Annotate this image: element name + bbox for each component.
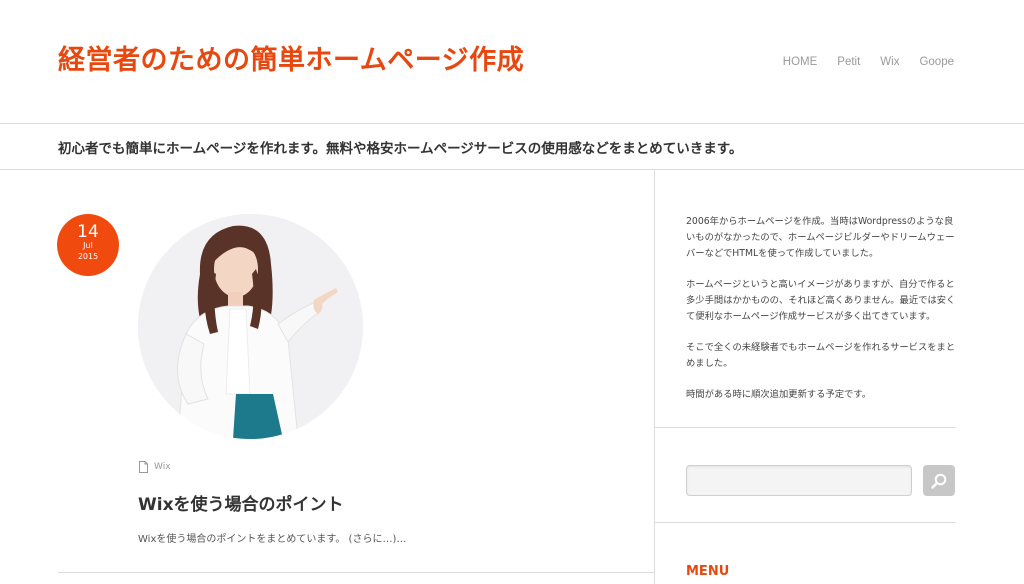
site-tagline: 初心者でも簡単にホームページを作れます。無料や格安ホームページサービスの使用感な…	[58, 141, 743, 157]
about-paragraph: ホームページというと高いイメージがありますが、自分で作ると多少手間はかかものの、…	[686, 279, 956, 322]
post-date-badge: 14 Jul 2015	[57, 214, 119, 276]
post-title[interactable]: Wixを使う場合のポイント	[138, 490, 344, 515]
search-icon	[931, 473, 947, 489]
search-input[interactable]	[686, 465, 912, 496]
nav-item-goope[interactable]: Goope	[919, 56, 954, 68]
post-excerpt: Wixを使う場合のポイントをまとめています。 (さらに…)…	[138, 534, 407, 545]
about-paragraph: 時間がある時に順次追加更新する予定です。	[686, 389, 872, 400]
nav-item-petit[interactable]: Petit	[837, 56, 860, 68]
nav-item-wix[interactable]: Wix	[880, 56, 899, 68]
nav-item-home[interactable]: HOME	[783, 56, 818, 68]
woman-pointing-photo	[138, 214, 363, 439]
tagline-divider	[0, 169, 1024, 170]
sidebar-about: 2006年からホームページを作成。当時はWordpressのような良いものがなか…	[686, 214, 956, 418]
sidebar-section-divider	[654, 522, 956, 523]
document-icon	[139, 461, 148, 473]
post-category[interactable]: Wix	[138, 461, 171, 473]
post-date-day: 14	[77, 222, 99, 242]
search-button[interactable]	[923, 465, 955, 496]
post-thumbnail[interactable]	[138, 214, 363, 439]
header-divider	[0, 123, 1024, 124]
post-divider	[58, 572, 654, 573]
post-category-label[interactable]: Wix	[154, 462, 171, 472]
sidebar-menu-title: MENU	[686, 564, 730, 579]
post-date-month: Jul	[83, 241, 93, 250]
main-nav: HOME Petit Wix Goope	[783, 56, 954, 68]
sidebar-section-divider	[654, 427, 956, 428]
about-paragraph: そこで全くの未経験者でもホームページを作れるサービスをまとめました。	[686, 342, 956, 369]
post-date-year: 2015	[77, 252, 99, 261]
about-paragraph: 2006年からホームページを作成。当時はWordpressのような良いものがなか…	[686, 216, 955, 259]
site-title[interactable]: 経営者のための簡単ホームページ作成	[58, 38, 524, 77]
